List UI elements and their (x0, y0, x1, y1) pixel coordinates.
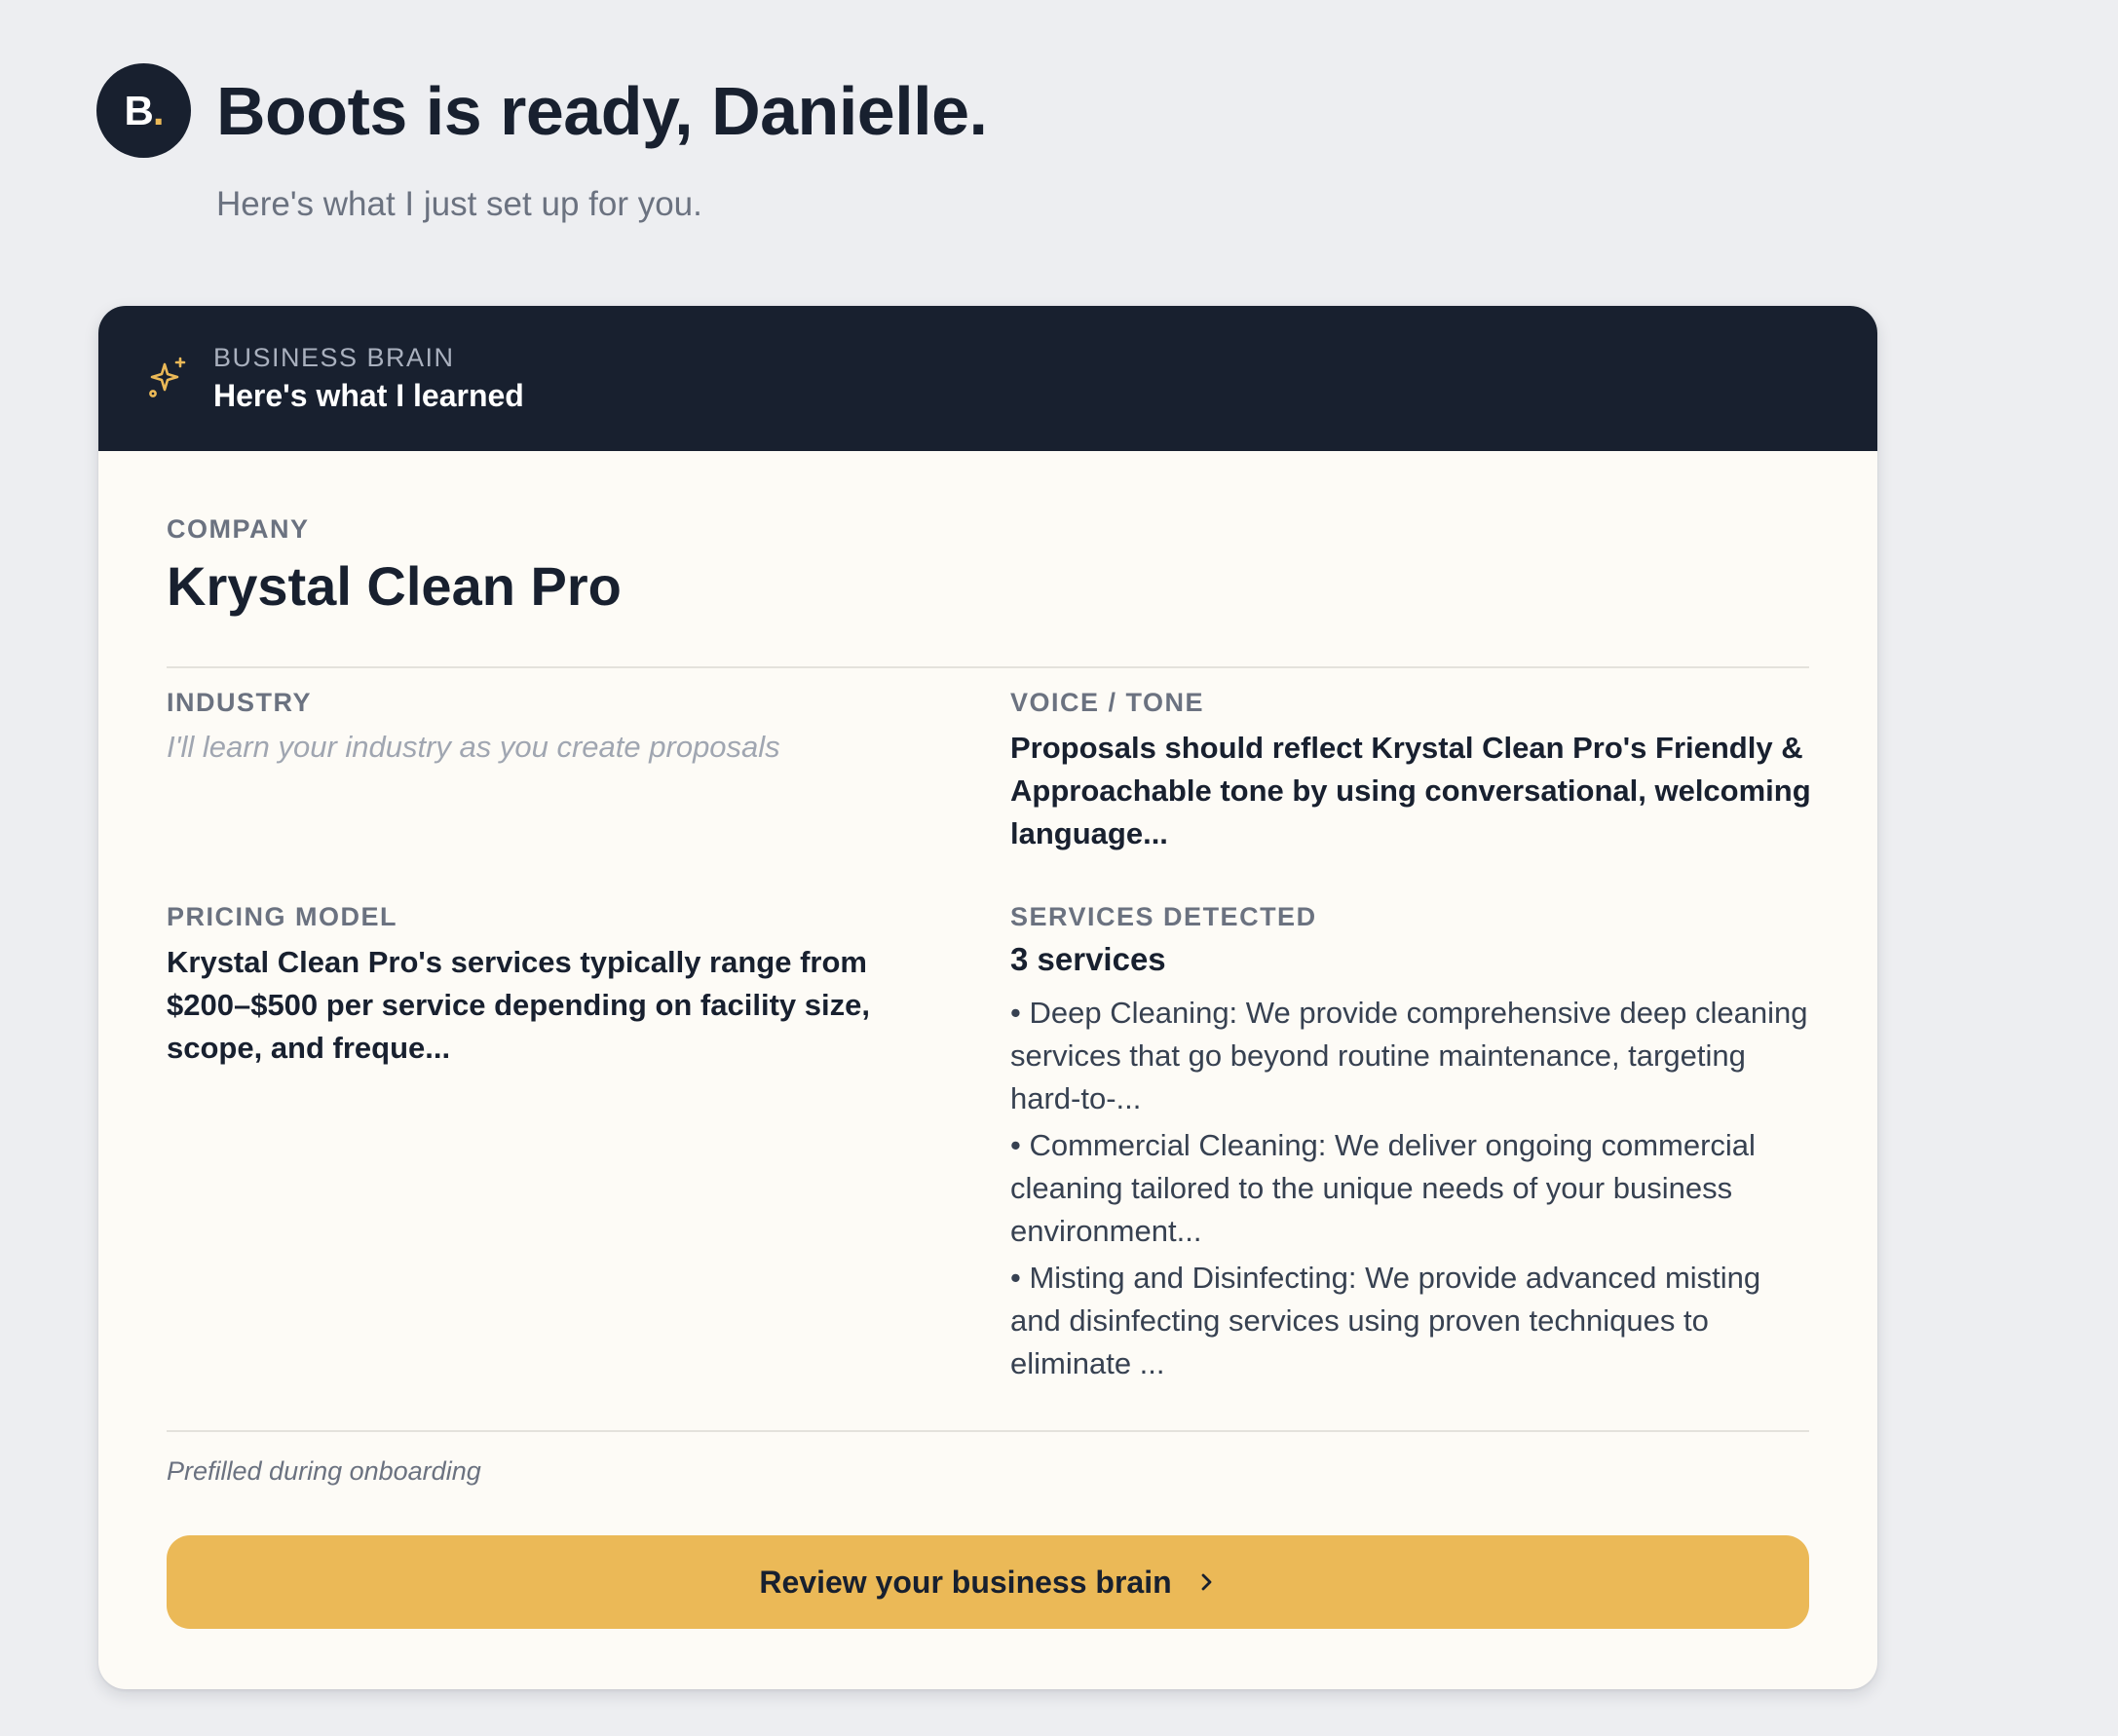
avatar-letter: B (124, 87, 153, 133)
divider (167, 1430, 1809, 1432)
card-header-title: Here's what I learned (213, 378, 524, 413)
service-item-misting-disinfecting: • Misting and Disinfecting: We provide a… (1010, 1261, 1761, 1380)
service-item-commercial-cleaning: • Commercial Cleaning: We deliver ongoin… (1010, 1128, 1756, 1248)
pricing-model-value: Krystal Clean Pro's services typically r… (167, 945, 870, 1065)
card-header-label: BUSINESS BRAIN (213, 343, 455, 372)
services-detected-label: SERVICES DETECTED (1010, 902, 1317, 931)
review-business-brain-button[interactable]: Review your business brain (167, 1535, 1809, 1629)
avatar: B. (96, 63, 191, 158)
prefilled-note: Prefilled during onboarding (167, 1456, 481, 1486)
review-button-label: Review your business brain (759, 1564, 1172, 1600)
company-name: Krystal Clean Pro (167, 555, 622, 617)
page-header: B. Boots is ready, Danielle. (96, 63, 988, 158)
chevron-right-icon (1201, 1573, 1212, 1591)
services-count: 3 services (1010, 941, 1166, 977)
sparkle-icon (149, 357, 186, 397)
company-label: COMPANY (167, 514, 310, 544)
voice-tone-label: VOICE / TONE (1010, 688, 1205, 717)
card-header: BUSINESS BRAIN Here's what I learned (98, 306, 1877, 451)
service-item-deep-cleaning: • Deep Cleaning: We provide comprehensiv… (1010, 996, 1808, 1115)
page-subtitle: Here's what I just set up for you. (216, 185, 702, 223)
services-list: • Deep Cleaning: We provide comprehensiv… (1010, 992, 1819, 1389)
voice-tone-value: Proposals should reflect Krystal Clean P… (1010, 731, 1811, 850)
avatar-dot: . (152, 87, 165, 133)
page-title: Boots is ready, Danielle. (216, 72, 988, 149)
industry-label: INDUSTRY (167, 688, 313, 717)
divider (167, 666, 1809, 668)
pricing-model-label: PRICING MODEL (167, 902, 398, 931)
business-brain-card: BUSINESS BRAIN Here's what I learned COM… (98, 306, 1877, 1689)
industry-placeholder: I'll learn your industry as you create p… (167, 730, 780, 764)
